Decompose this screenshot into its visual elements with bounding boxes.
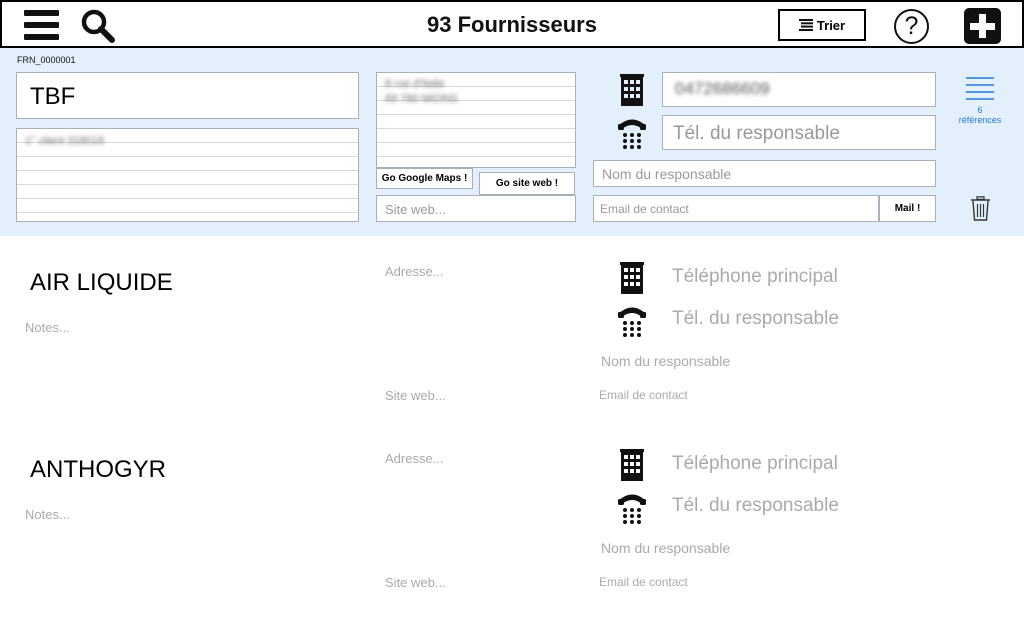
trash-icon[interactable] (970, 196, 991, 221)
main-phone-field[interactable]: 0472686609 (662, 72, 936, 107)
telephone-icon (618, 119, 646, 149)
selected-supplier-card: FRN_0000001 TBF 1° client 318018 8 rue d… (0, 48, 1024, 236)
supplier-code: FRN_0000001 (17, 55, 76, 65)
sort-label: Trier (816, 17, 846, 33)
resp-phone-placeholder: Tél. du responsable (672, 308, 839, 329)
search-icon[interactable] (80, 8, 116, 44)
telephone-icon (618, 494, 646, 524)
references-link[interactable]: 6 références (957, 76, 1003, 125)
email-placeholder: Email de contact (599, 388, 688, 402)
hamburger-icon[interactable] (24, 10, 59, 40)
main-phone-placeholder: Téléphone principal (672, 453, 838, 474)
main-phone-text: 0472686609 (675, 79, 770, 98)
go-site-button[interactable]: Go site web ! (479, 172, 575, 195)
sort-lines-icon (798, 19, 813, 31)
telephone-icon (618, 307, 646, 337)
add-supplier-button[interactable] (964, 8, 1001, 44)
notes-text: 1° client 318018 (25, 135, 105, 147)
site-field[interactable]: Site web... (376, 195, 576, 222)
page-title: 93 Fournisseurs (427, 12, 597, 37)
site-placeholder: Site web... (385, 575, 446, 590)
resp-phone-placeholder: Tél. du responsable (672, 495, 839, 516)
notes-placeholder: Notes... (25, 507, 70, 522)
resp-name-placeholder: Nom du responsable (601, 540, 731, 556)
address-field[interactable]: 8 rue d'Italie 69 780 MIONS (376, 72, 576, 168)
help-icon[interactable]: ? (894, 9, 929, 44)
building-icon (620, 74, 644, 106)
address-text: 8 rue d'Italie 69 780 MIONS (385, 78, 458, 105)
email-placeholder: Email de contact (599, 575, 688, 589)
resp-name-field[interactable]: Nom du responsable (593, 160, 936, 187)
references-label: références (958, 115, 1002, 125)
supplier-name: ANTHOGYR (30, 456, 167, 483)
top-bar: 93 Fournisseurs Trier ? (0, 0, 1024, 48)
resp-phone-field[interactable]: Tél. du responsable (662, 115, 936, 150)
building-icon (620, 449, 644, 481)
google-maps-button[interactable]: Go Google Maps ! (376, 168, 473, 189)
email-field[interactable]: Email de contact (593, 195, 879, 222)
notes-field[interactable]: 1° client 318018 (16, 128, 359, 222)
mail-button[interactable]: Mail ! (879, 195, 936, 222)
building-icon (620, 262, 644, 294)
notes-placeholder: Notes... (25, 320, 70, 335)
address-placeholder: Adresse... (385, 264, 444, 279)
supplier-name: AIR LIQUIDE (30, 269, 173, 296)
list-icon (966, 77, 994, 100)
resp-name-placeholder: Nom du responsable (601, 353, 731, 369)
sort-button[interactable]: Trier (778, 9, 866, 41)
site-placeholder: Site web... (385, 388, 446, 403)
references-count: 6 (977, 105, 983, 115)
app: 93 Fournisseurs Trier ? FRN_0000001 TBF … (0, 0, 1024, 621)
supplier-name-field[interactable]: TBF (16, 72, 359, 119)
address-placeholder: Adresse... (385, 451, 444, 466)
supplier-row[interactable]: ANTHOGYR Notes... Adresse... Site web...… (0, 423, 1024, 610)
main-phone-placeholder: Téléphone principal (672, 266, 838, 287)
supplier-row[interactable]: AIR LIQUIDE Notes... Adresse... Site web… (0, 236, 1024, 423)
